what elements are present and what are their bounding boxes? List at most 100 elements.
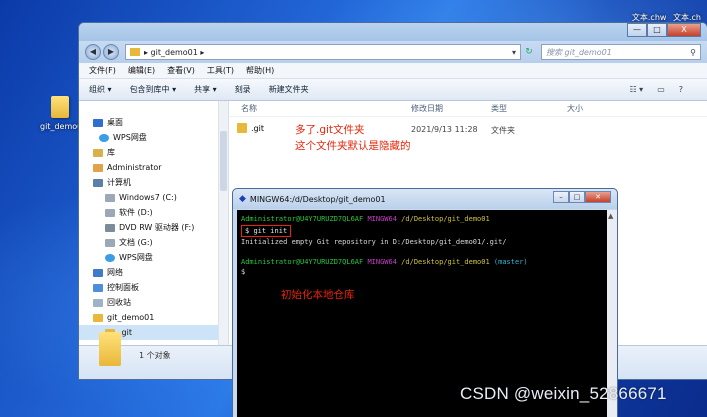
dollar-sign: $ bbox=[245, 227, 250, 235]
prompt-user: Administrator@U4Y7URUZD7QL6AF bbox=[241, 215, 364, 223]
sidebar-item-label: Administrator bbox=[107, 163, 162, 172]
sidebar-item-drive-f[interactable]: DVD RW 驱动器 (F:) bbox=[79, 220, 228, 235]
drive-icon bbox=[105, 193, 115, 202]
list-item[interactable]: .git bbox=[237, 123, 264, 133]
mingw-diamond-icon: ◆ bbox=[239, 194, 246, 204]
explorer-window-buttons: — □ X bbox=[627, 23, 701, 37]
terminal-window: ◆ MINGW64:/d/Desktop/git_demo01 – □ ✕ Ad… bbox=[232, 188, 618, 417]
desktop-file-1[interactable]: 文本.chw bbox=[632, 13, 667, 22]
breadcrumb[interactable]: ▸ git_demo01 ▸ bbox=[144, 48, 204, 57]
folder-icon bbox=[93, 313, 103, 322]
minimize-button[interactable]: — bbox=[627, 23, 647, 37]
menu-file[interactable]: 文件(F) bbox=[89, 65, 116, 76]
sidebar-item-recycle-bin[interactable]: 回收站 bbox=[79, 295, 228, 310]
help-icon[interactable]: ? bbox=[679, 85, 683, 94]
command-highlight: $ git init bbox=[241, 225, 292, 237]
close-button[interactable]: ✕ bbox=[585, 191, 611, 203]
sidebar-item-wps-drive-2[interactable]: WPS网盘 bbox=[79, 250, 228, 265]
terminal-titlebar[interactable]: ◆ MINGW64:/d/Desktop/git_demo01 – □ ✕ bbox=[233, 189, 617, 209]
sidebar-item-drive-c[interactable]: Windows7 (C:) bbox=[79, 190, 228, 205]
preview-pane-icon[interactable]: ▭ bbox=[657, 85, 665, 94]
column-size[interactable]: 大小 bbox=[567, 103, 583, 114]
annotation-git-folder: 多了.git文件夹 bbox=[295, 124, 365, 136]
maximize-button[interactable]: □ bbox=[647, 23, 667, 37]
command-text: git init bbox=[253, 227, 288, 235]
close-button[interactable]: X bbox=[667, 23, 701, 37]
menu-tools[interactable]: 工具(T) bbox=[207, 65, 234, 76]
column-header: 名称 修改日期 类型 大小 bbox=[229, 101, 707, 117]
sidebar-item-label: Windows7 (C:) bbox=[119, 193, 177, 202]
sidebar-item-libraries[interactable]: 库 bbox=[79, 145, 228, 160]
organize-button[interactable]: 组织 ▾ bbox=[89, 84, 112, 95]
sidebar-item-wps-drive[interactable]: WPS网盘 bbox=[79, 130, 228, 145]
column-date-modified[interactable]: 修改日期 bbox=[411, 103, 443, 114]
prompt-env: MINGW64 bbox=[367, 215, 397, 223]
minimize-button[interactable]: – bbox=[553, 191, 569, 203]
prompt-env: MINGW64 bbox=[367, 258, 397, 266]
sidebar-scrollbar[interactable] bbox=[218, 101, 228, 345]
maximize-button[interactable]: □ bbox=[569, 191, 585, 203]
sidebar-item-label: git_demo01 bbox=[107, 313, 155, 322]
folder-icon bbox=[130, 48, 140, 56]
menu-view[interactable]: 查看(V) bbox=[167, 65, 195, 76]
search-input[interactable]: 搜索 git_demo01 ⚲ bbox=[541, 44, 701, 60]
include-in-library-button[interactable]: 包含到库中 ▾ bbox=[130, 84, 177, 95]
burn-button[interactable]: 刻录 bbox=[235, 84, 251, 95]
forward-arrow-icon[interactable]: ▶ bbox=[103, 44, 119, 60]
sidebar-item-label: 软件 (D:) bbox=[119, 208, 153, 217]
prompt-line: Administrator@U4Y7URUZD7QL6AF MINGW64 /d… bbox=[241, 214, 603, 224]
watermark: CSDN @weixin_52866671 bbox=[460, 384, 667, 403]
refresh-icon[interactable]: ↻ bbox=[521, 47, 537, 57]
sidebar-item-label: 库 bbox=[107, 148, 115, 157]
menu-help[interactable]: 帮助(H) bbox=[246, 65, 274, 76]
scrollbar-thumb[interactable] bbox=[220, 131, 227, 191]
column-name[interactable]: 名称 bbox=[241, 103, 257, 114]
search-icon[interactable]: ⚲ bbox=[690, 48, 696, 57]
sidebar-item-administrator[interactable]: Administrator bbox=[79, 160, 228, 175]
sidebar-item-label: 回收站 bbox=[107, 298, 131, 307]
share-button[interactable]: 共享 ▾ bbox=[194, 84, 217, 95]
navigation-pane: 桌面 WPS网盘 库 Administrator 计算机 Windows7 (C… bbox=[79, 101, 229, 345]
desktop-file-2[interactable]: 文本.ch bbox=[673, 13, 701, 22]
sidebar-item-desktop[interactable]: 桌面 bbox=[79, 115, 228, 130]
network-icon bbox=[93, 268, 103, 277]
sidebar-item-label: 文档 (G:) bbox=[119, 238, 153, 247]
output-line: Initialized empty Git repository in D:/D… bbox=[241, 238, 507, 246]
desktop-folder-git-demo01[interactable]: git_demo01 bbox=[40, 96, 87, 131]
drive-icon bbox=[105, 208, 115, 217]
menubar: 文件(F) 编辑(E) 查看(V) 工具(T) 帮助(H) bbox=[79, 63, 707, 79]
recycle-bin-icon bbox=[93, 298, 103, 307]
user-folder-icon bbox=[93, 163, 103, 172]
control-panel-icon bbox=[93, 283, 103, 292]
prompt-user: Administrator@U4Y7URUZD7QL6AF bbox=[241, 258, 364, 266]
sidebar-item-label: 桌面 bbox=[107, 118, 123, 127]
item-count: 1 个对象 bbox=[139, 351, 171, 360]
back-arrow-icon[interactable]: ◀ bbox=[85, 44, 101, 60]
sidebar-item-label: 控制面板 bbox=[107, 283, 139, 292]
sidebar-item-label: DVD RW 驱动器 (F:) bbox=[119, 223, 195, 232]
sidebar-item-drive-d[interactable]: 软件 (D:) bbox=[79, 205, 228, 220]
prompt-path: /d/Desktop/git_demo01 bbox=[401, 258, 490, 266]
sidebar-item-git-demo01[interactable]: git_demo01 bbox=[79, 310, 228, 325]
sidebar-item-network[interactable]: 网络 bbox=[79, 265, 228, 280]
sidebar-item-control-panel[interactable]: 控制面板 bbox=[79, 280, 228, 295]
explorer-titlebar[interactable]: — □ X bbox=[79, 23, 707, 41]
view-options-icon[interactable]: ☷ ▾ bbox=[629, 85, 643, 94]
address-dropdown-icon[interactable]: ▾ bbox=[512, 48, 516, 57]
column-type[interactable]: 类型 bbox=[491, 103, 507, 114]
address-bar[interactable]: ▸ git_demo01 ▸ ▾ bbox=[125, 44, 521, 60]
new-folder-button[interactable]: 新建文件夹 bbox=[269, 84, 309, 95]
file-name: .git bbox=[251, 123, 264, 133]
cloud-icon bbox=[105, 253, 115, 262]
file-type: 文件夹 bbox=[491, 126, 515, 135]
command-line: $ git init bbox=[241, 224, 603, 237]
folder-icon bbox=[51, 96, 69, 118]
terminal-window-buttons: – □ ✕ bbox=[553, 191, 611, 203]
menu-edit[interactable]: 编辑(E) bbox=[128, 65, 155, 76]
sidebar-item-drive-g[interactable]: 文档 (G:) bbox=[79, 235, 228, 250]
sidebar-item-computer[interactable]: 计算机 bbox=[79, 175, 228, 190]
folder-icon bbox=[237, 123, 247, 133]
prompt-line-2: Administrator@U4Y7URUZD7QL6AF MINGW64 /d… bbox=[241, 257, 603, 267]
scroll-up-icon[interactable]: ▲ bbox=[608, 212, 613, 220]
drive-icon bbox=[105, 238, 115, 247]
